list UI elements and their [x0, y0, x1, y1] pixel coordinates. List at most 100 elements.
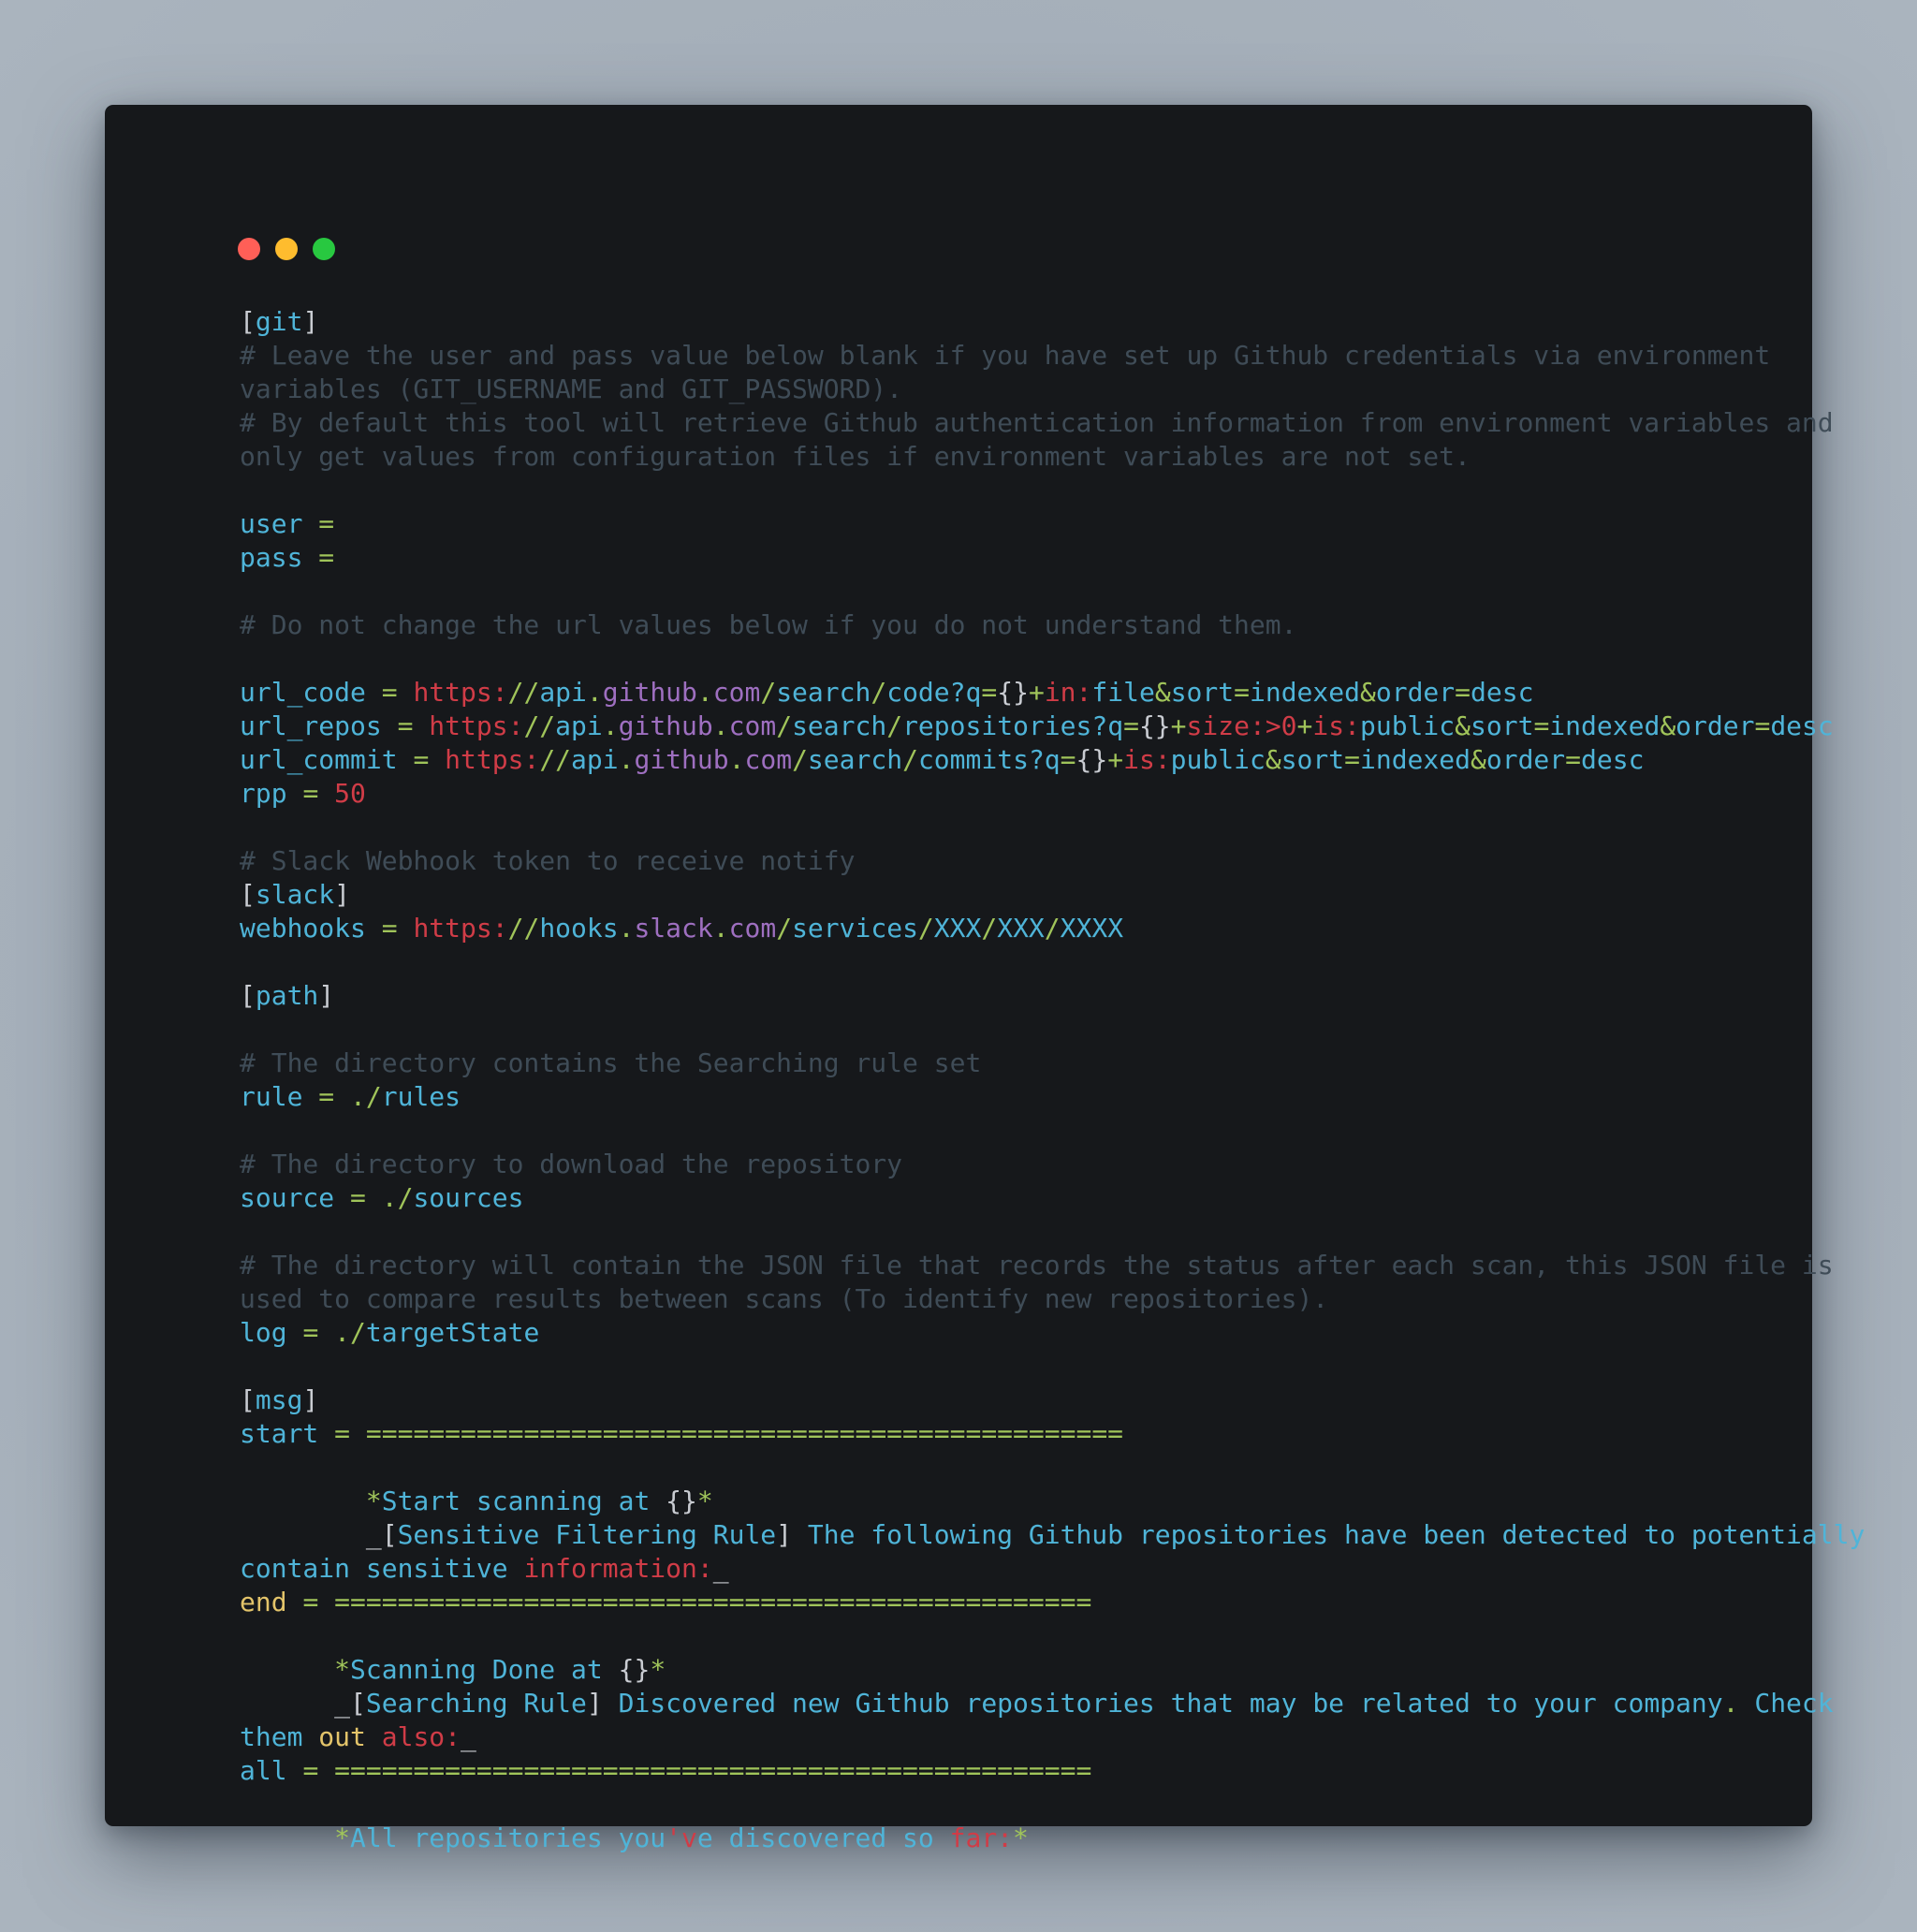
code-token-key: rules	[381, 1081, 461, 1112]
code-token-op: .	[728, 744, 745, 775]
code-line: # The directory contains the Searching r…	[240, 1046, 1865, 1080]
code-token-com: # Slack Webhook token to receive notify	[240, 845, 856, 876]
code-token-op: /	[917, 913, 934, 944]
code-line: rpp = 50	[240, 777, 1865, 811]
code-token-plain: _[	[240, 1519, 398, 1550]
code-token-op: &	[1455, 710, 1471, 741]
code-line: # The directory to download the reposito…	[240, 1148, 1865, 1181]
code-token-op: &	[1660, 710, 1676, 741]
code-line: them out also:_	[240, 1720, 1865, 1754]
code-token-op: .	[712, 710, 729, 741]
code-token-op: =	[413, 744, 430, 775]
code-token-key: Discovered new Github repositories that …	[602, 1688, 1723, 1719]
code-token-op: ./	[381, 1182, 414, 1213]
code-token-key: url_commit	[240, 744, 398, 775]
code-token-key: file	[1091, 677, 1155, 708]
code-token-key: url_code	[240, 677, 366, 708]
code-token-key: hooks	[539, 913, 619, 944]
code-token-key: them	[240, 1721, 319, 1752]
code-token-op: =	[1060, 744, 1076, 775]
code-token-key: XXXX	[1060, 913, 1124, 944]
code-token-key: api	[539, 677, 587, 708]
minimize-window-button[interactable]	[275, 238, 298, 260]
code-token-key: sort	[1471, 710, 1534, 741]
code-token-plain: _	[461, 1721, 476, 1752]
code-token-op: .	[1722, 1688, 1739, 1719]
code-token-key: url_repos	[240, 710, 382, 741]
code-line: # The directory will contain the JSON fi…	[240, 1249, 1865, 1282]
code-token-key: git	[255, 306, 303, 337]
code-token-op: .	[712, 913, 729, 944]
code-token-plain: [	[240, 306, 256, 337]
code-token-op: .	[696, 677, 713, 708]
code-token-plain: ]	[318, 980, 335, 1011]
code-token-com: only get values from configuration files…	[240, 441, 1471, 472]
code-token-plain: {}	[997, 677, 1029, 708]
code-token-op: *	[696, 1486, 713, 1516]
code-line: url_code = https://api.github.com/search…	[240, 676, 1865, 710]
code-token-op: =	[334, 1418, 351, 1449]
code-token-op: =	[1533, 710, 1550, 741]
code-token-plain: ]	[334, 879, 351, 910]
code-token-host: com	[728, 913, 777, 944]
code-line: pass =	[240, 541, 1865, 575]
code-token-str: https:	[413, 913, 508, 944]
code-token-key: Check	[1738, 1688, 1834, 1719]
code-line: start = ================================…	[240, 1417, 1865, 1451]
code-token-plain: {}	[666, 1486, 697, 1516]
code-token-op: //	[539, 744, 572, 775]
close-window-button[interactable]	[238, 238, 260, 260]
code-token-str: in:	[1044, 677, 1092, 708]
code-token-op: =	[318, 1081, 335, 1112]
code-token-op: &	[1265, 744, 1281, 775]
code-token-op: +	[1028, 677, 1045, 708]
code-token-op: .	[618, 744, 635, 775]
code-line: rule = ./rules	[240, 1080, 1865, 1114]
code-token-op: =	[1344, 744, 1360, 775]
code-token-op: ========================================…	[365, 1418, 1124, 1449]
code-token-com: # By default this tool will retrieve Git…	[240, 407, 1834, 438]
maximize-window-button[interactable]	[313, 238, 335, 260]
code-line: all = ==================================…	[240, 1754, 1865, 1788]
code-token-key: desc	[1471, 677, 1534, 708]
code-token-key: All repositories you	[350, 1822, 666, 1853]
code-token-key: slack	[255, 879, 335, 910]
code-token-key: indexed	[1359, 744, 1471, 775]
code-token-op: =	[350, 1182, 366, 1213]
code-token-plain: [	[240, 879, 256, 910]
code-token-key: path	[255, 980, 319, 1011]
code-line: *Scanning Done at {}*	[240, 1653, 1865, 1687]
code-token-op: /	[776, 913, 793, 944]
code-token-key: code?q	[886, 677, 982, 708]
code-token-op: =	[302, 1317, 319, 1348]
code-line: _[Sensitive Filtering Rule] The followin…	[240, 1518, 1865, 1552]
code-token-key: api	[555, 710, 603, 741]
code-token-str: is:	[1123, 744, 1171, 775]
code-token-key: XXX	[997, 913, 1045, 944]
code-token-op: *	[334, 1822, 351, 1853]
code-token-op: /	[792, 744, 808, 775]
code-token-plain: ]	[776, 1519, 793, 1550]
code-line: log = ./targetState	[240, 1316, 1865, 1350]
code-line: url_commit = https://api.github.com/sear…	[240, 743, 1865, 777]
code-token-plain: {}	[1138, 710, 1171, 741]
code-line: # By default this tool will retrieve Git…	[240, 406, 1865, 440]
code-token-op: .	[618, 913, 635, 944]
code-token-str: also:	[381, 1721, 461, 1752]
code-line: # Do not change the url values below if …	[240, 608, 1865, 642]
code-token-plain: [	[240, 980, 256, 1011]
code-token-str: information:	[523, 1553, 713, 1584]
code-token-key: desc	[1770, 710, 1834, 741]
